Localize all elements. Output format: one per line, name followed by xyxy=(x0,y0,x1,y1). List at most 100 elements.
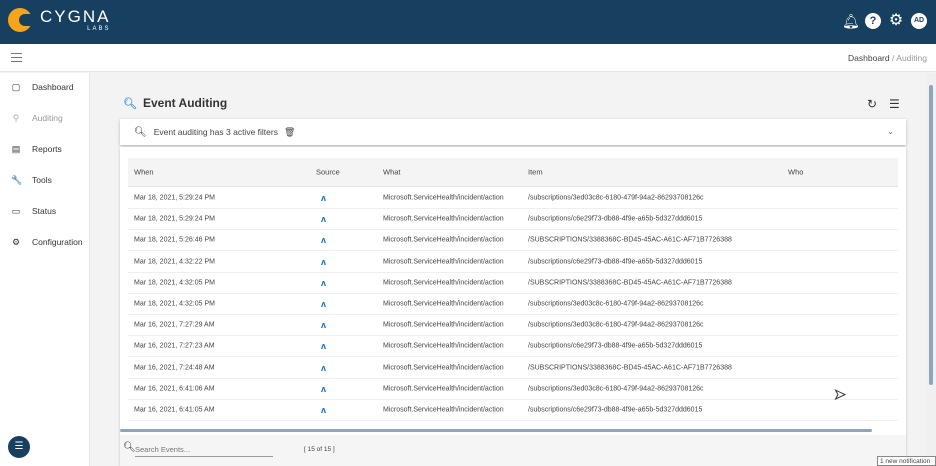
sidebar-item-label: Tools xyxy=(32,175,52,185)
cell-when: Mar 16, 2021, 7:27:23 AM xyxy=(134,342,215,350)
mouse-cursor-icon: ➤ xyxy=(834,386,847,403)
events-table-card: When Source What Item Who Mar 18, 2021, 5:29… xyxy=(120,147,906,466)
cell-what: Microsoft.ServiceHealth/incident/action xyxy=(383,385,504,393)
column-header-who[interactable]: Who xyxy=(788,168,803,177)
page-title: 🔍︎ Event Auditing xyxy=(123,96,227,110)
cell-item: /subscriptions/3ed03c8c-6180-479f-94a2-8… xyxy=(528,300,704,308)
breadcrumb-dashboard[interactable]: Dashboard xyxy=(848,53,890,63)
azure-icon: ʌ xyxy=(321,235,327,246)
column-header-what[interactable]: What xyxy=(383,168,401,177)
table-footer: 🔍︎ [ 15 of 15 ] xyxy=(120,435,906,466)
chat-icon[interactable]: ☰ xyxy=(8,436,30,458)
azure-icon: ʌ xyxy=(321,193,327,203)
logo-mark xyxy=(8,8,33,32)
cell-when: Mar 16, 2021, 6:41:05 AM xyxy=(134,406,215,414)
table-row[interactable]: Mar 18, 2021, 5:29:24 PM ʌ Microsoft.Ser… xyxy=(128,188,898,209)
column-header-when[interactable]: When xyxy=(134,168,154,177)
sidebar-item-label: Status xyxy=(32,206,57,216)
azure-icon: ʌ xyxy=(321,341,327,352)
azure-icon: ʌ xyxy=(321,362,327,373)
table-row[interactable]: Mar 16, 2021, 7:27:23 AM ʌ Microsoft.Ser… xyxy=(128,336,898,358)
search-events-input[interactable] xyxy=(135,443,273,457)
table-header: When Source What Item Who xyxy=(128,158,898,187)
cell-when: Mar 16, 2021, 6:41:06 AM xyxy=(134,385,215,393)
cell-item: /subscriptions/3ed03c8c-6180-479f-94a2-8… xyxy=(528,194,704,202)
sidebar-item-auditing[interactable]: ⚲ Auditing xyxy=(0,108,90,128)
config-icon: ⚙ xyxy=(11,236,21,247)
azure-icon: ʌ xyxy=(321,405,327,415)
chevron-down-icon[interactable]: ⌄ xyxy=(887,127,894,136)
table-row[interactable]: Mar 18, 2021, 4:32:05 PM ʌ Microsoft.Ser… xyxy=(128,294,898,315)
sidebar-item-label: Auditing xyxy=(32,113,63,123)
cell-item: /SUBSCRIPTIONS/3388368C-BD45-45AC-A61C-A… xyxy=(528,236,732,244)
filter-summary: Event auditing has 3 active filters xyxy=(153,127,278,137)
cell-when: Mar 18, 2021, 5:29:24 PM xyxy=(134,194,215,202)
search-icon: 🔍︎ xyxy=(134,126,147,138)
search-icon: 🔍︎ xyxy=(123,97,137,110)
cell-what: Microsoft.ServiceHealth/incident/action xyxy=(383,236,504,244)
azure-icon: ʌ xyxy=(321,214,327,225)
menu-toggle-icon[interactable] xyxy=(11,53,22,62)
notification-tooltip: 1 new notification xyxy=(877,456,936,466)
help-icon[interactable]: ? xyxy=(865,13,881,29)
cygna-logo[interactable]: CYGNA LABS xyxy=(8,8,110,32)
event-count: [ 15 of 15 ] xyxy=(304,446,335,453)
top-bar: CYGNA LABS 🔔︎ ? ⚙ AD xyxy=(0,0,936,44)
breadcrumb-separator: / xyxy=(892,53,895,63)
cell-when: Mar 18, 2021, 4:32:05 PM xyxy=(134,279,215,287)
table-row[interactable]: Mar 16, 2021, 6:41:06 AM ʌ Microsoft.Ser… xyxy=(128,379,898,400)
sidebar-item-label: Configuration xyxy=(32,237,83,247)
azure-icon: ʌ xyxy=(321,277,327,288)
cell-what: Microsoft.ServiceHealth/incident/action xyxy=(383,321,504,329)
breadcrumb: Dashboard / Auditing xyxy=(848,53,927,63)
cell-what: Microsoft.ServiceHealth/incident/action xyxy=(383,406,504,414)
vertical-scrollbar[interactable] xyxy=(926,73,936,466)
column-header-source[interactable]: Source xyxy=(316,168,340,177)
table-row[interactable]: Mar 18, 2021, 5:29:24 PM ʌ Microsoft.Ser… xyxy=(128,209,898,231)
table-row[interactable]: Mar 16, 2021, 6:41:05 AM ʌ Microsoft.Ser… xyxy=(128,400,898,421)
page-title-text: Event Auditing xyxy=(142,96,228,110)
refresh-icon[interactable]: ↻ xyxy=(867,97,877,111)
menu-icon[interactable]: ☰ xyxy=(889,97,900,111)
cell-what: Microsoft.ServiceHealth/incident/action xyxy=(383,194,504,202)
filter-bar[interactable]: 🔍︎ Event auditing has 3 active filters 🗑… xyxy=(120,119,906,145)
gear-icon[interactable]: ⚙ xyxy=(888,13,904,29)
sidebar-item-dashboard[interactable]: ▢ Dashboard xyxy=(0,77,90,97)
cell-item: /subscriptions/c6e29f73-db88-4f9e-a65b-5… xyxy=(528,406,703,414)
sidebar-item-status[interactable]: ▭ Status xyxy=(0,201,90,221)
table-row[interactable]: Mar 16, 2021, 7:24:48 AM ʌ Microsoft.Ser… xyxy=(128,358,898,379)
avatar[interactable]: AD xyxy=(911,13,927,29)
scrollbar-thumb[interactable] xyxy=(929,85,933,385)
table-row[interactable]: Mar 16, 2021, 7:27:29 AM ʌ Microsoft.Ser… xyxy=(128,315,898,337)
sidebar: ▢ Dashboard ⚲ Auditing ▤ Reports 🔧 Tools ▭ Status… xyxy=(0,73,90,466)
cell-item: /subscriptions/3ed03c8c-6180-479f-94a2-8… xyxy=(528,385,704,393)
cell-when: Mar 18, 2021, 4:32:22 PM xyxy=(134,258,215,266)
sub-bar: Dashboard / Auditing xyxy=(0,44,936,72)
table-row[interactable]: Mar 18, 2021, 4:32:22 PM ʌ Microsoft.Ser… xyxy=(128,252,898,273)
brand-sub: LABS xyxy=(87,26,111,32)
cell-when: Mar 16, 2021, 7:24:48 AM xyxy=(134,364,215,372)
cell-when: Mar 18, 2021, 4:32:05 PM xyxy=(134,300,215,308)
cell-what: Microsoft.ServiceHealth/incident/action xyxy=(383,215,504,223)
trash-icon[interactable]: 🗑︎ xyxy=(284,127,295,138)
table-row[interactable]: Mar 18, 2021, 5:26:46 PM ʌ Microsoft.Ser… xyxy=(128,230,898,252)
search-icon: 🔍︎ xyxy=(123,442,136,453)
sidebar-item-tools[interactable]: 🔧 Tools xyxy=(0,170,90,190)
wrench-icon: 🔧 xyxy=(11,174,23,185)
column-header-item[interactable]: Item xyxy=(528,168,543,177)
sidebar-item-reports[interactable]: ▤ Reports xyxy=(0,139,90,159)
breadcrumb-current: Auditing xyxy=(896,53,927,63)
status-icon: ▭ xyxy=(11,205,21,216)
azure-icon: ʌ xyxy=(321,299,327,309)
cell-when: Mar 18, 2021, 5:29:24 PM xyxy=(134,215,215,223)
table-row[interactable]: Mar 18, 2021, 4:32:05 PM ʌ Microsoft.Ser… xyxy=(128,273,898,294)
cell-item: /subscriptions/c6e29f73-db88-4f9e-a65b-5… xyxy=(528,342,703,350)
sidebar-item-label: Reports xyxy=(32,144,62,154)
sidebar-item-configuration[interactable]: ⚙ Configuration xyxy=(0,232,90,252)
cell-item: /SUBSCRIPTIONS/3388368C-BD45-45AC-A61C-A… xyxy=(528,279,732,287)
cell-item: /SUBSCRIPTIONS/3388368C-BD45-45AC-A61C-A… xyxy=(528,364,732,372)
horizontal-scrollbar[interactable] xyxy=(120,429,872,432)
cell-what: Microsoft.ServiceHealth/incident/action xyxy=(383,364,504,372)
azure-icon: ʌ xyxy=(321,383,327,394)
bell-icon[interactable]: 🔔︎ xyxy=(842,13,860,29)
